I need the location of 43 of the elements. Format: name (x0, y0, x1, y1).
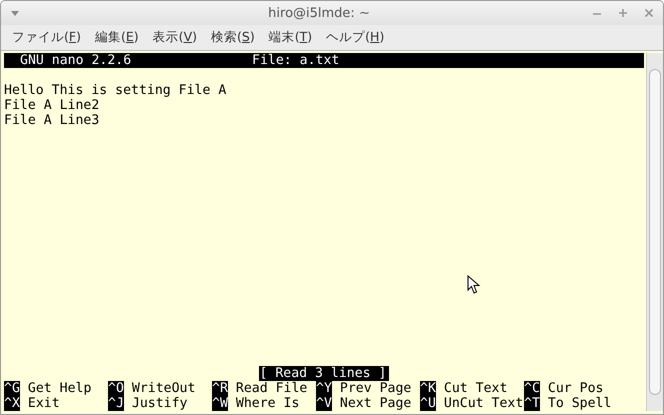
shortcut-key: ^U (420, 396, 436, 411)
shortcut-label: Read File (236, 381, 308, 396)
shortcut-key: ^Y (316, 381, 332, 396)
mouse-pointer-icon (467, 275, 481, 295)
menu-item[interactable]: ヘルプ(H) (319, 29, 392, 46)
close-icon[interactable] (643, 7, 655, 19)
shortcut-label: Get Help (28, 381, 92, 396)
shortcut-key: ^J (108, 396, 124, 411)
shortcut-label: Justify (132, 396, 188, 411)
shortcut-label: Prev Page (340, 381, 412, 396)
shortcut-key: ^T (524, 396, 540, 411)
shortcut-label: Next Page (340, 396, 412, 411)
shortcut-key: ^V (316, 396, 332, 411)
window-title: hiro@i5lmde: ~ (267, 6, 370, 20)
menu-item[interactable]: ファイル(F) (5, 29, 88, 46)
shortcut-key: ^O (108, 381, 124, 396)
shortcut-key: ^G (4, 381, 20, 396)
shortcut-label: Cur Pos (548, 381, 604, 396)
text-line: File A Line2 (4, 98, 100, 113)
shortcut-key: ^R (212, 381, 228, 396)
maximize-icon[interactable] (617, 7, 629, 19)
text-line: File A Line3 (4, 113, 100, 128)
nano-version: GNU nano 2.2.6 (20, 53, 132, 68)
scrollbar-thumb[interactable] (649, 69, 661, 395)
shortcut-label: Exit (28, 396, 60, 411)
shortcut-label: To Spell (548, 396, 612, 411)
menu-item[interactable]: 端末(T) (262, 29, 320, 46)
file-name: File: a.txt (252, 53, 340, 68)
text-line: Hello This is setting File A (4, 83, 228, 98)
shortcut-label: UnCut Text (444, 396, 524, 411)
menu-item[interactable]: 検索(S) (204, 29, 262, 46)
window-menu-icon[interactable] (9, 9, 21, 17)
menu-item[interactable]: 編集(E) (88, 29, 146, 46)
menu-item[interactable]: 表示(V) (146, 29, 204, 46)
shortcut-key: ^X (4, 396, 20, 411)
shortcut-key: ^W (212, 396, 228, 411)
shortcut-label: WriteOut (132, 381, 196, 396)
status-message: [ Read 3 lines ] (259, 366, 389, 381)
shortcut-key: ^K (420, 381, 436, 396)
shortcut-label: Cut Text (444, 381, 508, 396)
shortcut-key: ^C (524, 381, 540, 396)
shortcut-label: Where Is (236, 396, 300, 411)
scrollbar[interactable] (646, 53, 663, 411)
